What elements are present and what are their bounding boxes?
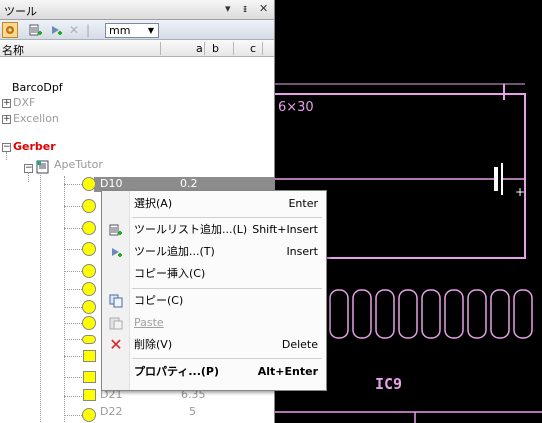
menu-item-shortcut: Delete [281,338,318,351]
menu-item-label: ツール追加...(T) [134,245,215,258]
menu-item-shortcut: Alt+Enter [257,365,318,378]
menu-separator [132,288,322,289]
square-aperture-icon [83,350,96,362]
tree-line [64,323,82,324]
col-a[interactable]: a [196,42,203,55]
tree-line [64,307,82,308]
tree-line [28,172,29,182]
menu-item-shortcut: Shift+Insert [252,223,318,236]
tree-line [64,249,82,250]
column-header: 名称 a b c [0,40,274,58]
delete-icon: ✕ [109,335,123,354]
round-aperture-icon [82,221,96,235]
col-name[interactable]: 名称 [2,42,24,58]
menu-separator [132,358,322,359]
menu-item-shortcut: Insert [286,245,318,258]
tree-line [64,289,82,290]
tree-line [64,184,82,185]
unit-select[interactable]: mm ▼ [105,23,159,38]
square-aperture-icon [83,371,96,383]
tree-item-barcodpf[interactable]: BarcoDpf [12,80,63,96]
panel-title: ツール [4,5,37,18]
svg-text:+: + [515,185,525,199]
panel-titlebar: ツール ▾ ᵻ ✕ [0,0,274,20]
col-sep[interactable] [160,42,161,55]
tree-line [64,228,82,229]
expand-icon[interactable]: + [2,115,11,124]
square-aperture-icon [83,389,96,401]
unit-value: mm [109,24,131,37]
menu-item-add-tool[interactable]: ツール追加...(T) Insert [102,241,326,263]
chevron-down-icon[interactable]: ▼ [145,25,157,36]
tree-line [64,377,82,378]
add-tool-list-icon [108,223,124,237]
tree-line [6,152,7,160]
copy-icon [108,294,124,308]
tree-item-excellon[interactable]: Excellon [13,111,59,127]
tree-line [64,206,82,207]
round-aperture-icon [82,199,96,213]
round-aperture-icon [82,177,96,191]
menu-item-add-tool-list[interactable]: ツールリスト追加...(L) Shift+Insert [102,219,326,241]
expand-icon[interactable]: + [2,99,11,108]
menu-item-label: 選択(A) [134,197,173,210]
panel-menu-icon[interactable]: ▾ [225,2,231,15]
tree-item-d22[interactable]: D22 [100,404,122,420]
menu-item-select[interactable]: 選択(A) Enter [102,193,326,215]
delete-disabled-icon[interactable]: ✕ [66,22,82,38]
menu-item-properties[interactable]: プロパティ...(P) Alt+Enter [102,361,326,383]
dimension-label: 6×30 [278,100,314,115]
round-aperture-icon [82,264,96,278]
col-b[interactable]: b [212,42,219,55]
menu-separator [132,217,322,218]
d22-a-value: 5 [189,405,196,418]
round-aperture-icon [82,282,96,296]
menu-item-label: 削除(V) [134,338,173,351]
menu-item-shortcut: Enter [288,197,318,210]
menu-item-delete[interactable]: ✕ 削除(V) Delete [102,334,326,356]
menu-item-copy-insert[interactable]: コピー挿入(C) [102,263,326,285]
tree-item-gerber[interactable]: Gerber [13,139,56,155]
col-sep[interactable] [204,42,205,55]
menu-item-paste[interactable]: Paste [102,312,326,334]
paste-icon [108,316,124,330]
add-tool-icon[interactable] [48,22,64,38]
collapse-icon[interactable]: − [2,143,11,152]
tree-line [64,396,82,397]
tree-item-dxf[interactable]: DXF [13,95,35,111]
round-aperture-icon [82,408,96,422]
tree-line [64,356,82,357]
col-c[interactable]: c [250,42,256,55]
add-tool-list-icon[interactable] [28,22,44,38]
menu-item-label: プロパティ...(P) [134,365,219,378]
col-sep[interactable] [233,42,234,55]
close-icon[interactable]: ✕ [259,2,268,15]
col-sep[interactable] [262,42,263,55]
round-aperture-icon [82,300,96,314]
tree-line [64,176,65,422]
menu-item-copy[interactable]: コピー(C) [102,290,326,312]
menu-item-label: ツールリスト追加...(L) [134,223,248,236]
toolbar-separator: | [85,23,91,37]
menu-item-label: コピー(C) [134,294,184,307]
gear-icon[interactable] [2,22,18,38]
round-aperture-icon [82,316,96,330]
tree-line [64,271,82,272]
tree-item-apetutor[interactable]: ApeTutor [54,157,103,173]
component-designator: IC9 [375,375,403,393]
aperture-file-icon [36,160,50,174]
pin-icon[interactable]: ᵻ [243,2,247,15]
tree-line [40,172,41,422]
context-menu: 選択(A) Enter ツールリスト追加...(L) Shift+Insert … [101,190,327,391]
menu-item-label: Paste [134,316,164,329]
menu-item-label: コピー挿入(C) [134,267,206,280]
oblong-aperture-icon [82,335,96,344]
tree-line [64,415,82,416]
add-tool-icon [108,245,124,259]
round-aperture-icon [82,242,96,256]
tree-line [64,339,82,340]
